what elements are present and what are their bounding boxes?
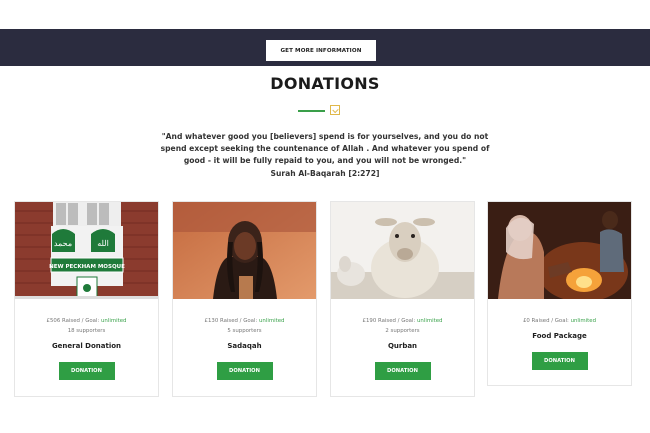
svg-text:محمد: محمد: [54, 239, 72, 248]
svg-text:الله: الله: [97, 239, 109, 248]
donation-card-sadaqah: £130 Raised / Goal: unlimited 5 supporte…: [172, 201, 317, 397]
fundraise-status: £506 Raised / Goal: unlimited 18 support…: [15, 316, 158, 336]
donation-button[interactable]: DONATION: [216, 362, 273, 380]
cause-name: Qurban: [387, 342, 418, 350]
donation-button[interactable]: DONATION: [374, 362, 431, 380]
donation-card-qurban: £190 Raised / Goal: unlimited 2 supporte…: [330, 201, 475, 397]
get-more-information-button[interactable]: GET MORE INFORMATION: [266, 40, 376, 61]
mosque-image: محمد الله NEW PECKHAM MOSQUE: [15, 202, 158, 299]
quote-text: "And whatever good you [believers] spend…: [160, 132, 490, 166]
title-divider: [298, 110, 325, 112]
cooking-fire-image: [488, 202, 631, 299]
supporters-count: 2 supporters: [385, 328, 420, 334]
child-image: [173, 202, 316, 299]
supporters-count: 18 supporters: [67, 328, 106, 334]
donation-button[interactable]: DONATION: [58, 362, 115, 380]
donation-card-general: محمد الله NEW PECKHAM MOSQUE £506 Raised…: [14, 201, 159, 397]
supporters-count: 5 supporters: [227, 328, 262, 334]
goal-text: unlimited: [570, 318, 597, 324]
raised-text: £190 Raised / Goal:: [362, 318, 416, 324]
fundraise-status: £0 Raised / Goal: unlimited: [488, 316, 631, 326]
quran-quote: "And whatever good you [believers] spend…: [150, 131, 500, 180]
divider-ornament-icon: [330, 105, 340, 115]
goal-text: unlimited: [417, 318, 443, 324]
section-title: DONATIONS: [270, 74, 380, 93]
raised-text: £506 Raised / Goal:: [46, 318, 100, 324]
donation-card-food-package: £0 Raised / Goal: unlimited Food Package…: [487, 201, 632, 386]
cause-name: Sadaqah: [227, 342, 262, 350]
fundraise-status: £130 Raised / Goal: unlimited 5 supporte…: [173, 316, 316, 336]
raised-text: £130 Raised / Goal:: [204, 318, 258, 324]
cause-name: General Donation: [51, 342, 122, 350]
svg-text:NEW PECKHAM MOSQUE: NEW PECKHAM MOSQUE: [49, 264, 125, 270]
donation-button[interactable]: DONATION: [531, 352, 588, 370]
goal-text: unlimited: [259, 318, 285, 324]
info-banner: GET MORE INFORMATION: [0, 29, 650, 66]
raised-text: £0 Raised / Goal:: [522, 318, 569, 324]
goal-text: unlimited: [101, 318, 127, 324]
quote-source: Surah Al-Baqarah [2:272]: [270, 168, 380, 178]
sheep-image: [331, 202, 474, 299]
fundraise-status: £190 Raised / Goal: unlimited 2 supporte…: [331, 316, 474, 336]
cause-name: Food Package: [532, 332, 587, 340]
